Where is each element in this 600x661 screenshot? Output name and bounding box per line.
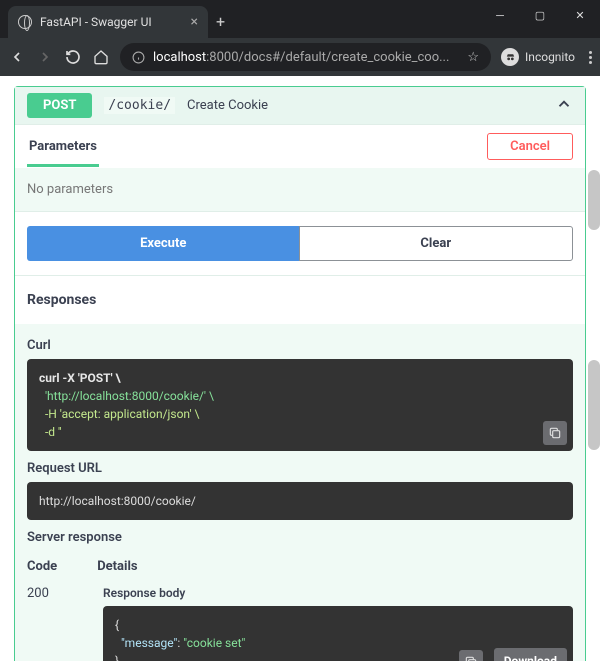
copy-icon[interactable]: [543, 421, 567, 445]
page-content: POST /cookie/ Create Cookie Parameters C…: [0, 76, 600, 661]
copy-icon[interactable]: [459, 650, 483, 661]
window-maximize-icon[interactable]: ▢: [520, 0, 560, 30]
request-url-block: http://localhost:8000/cookie/: [27, 482, 573, 520]
parameters-section-header: Parameters Cancel: [15, 124, 585, 168]
chevron-up-icon: [555, 95, 573, 117]
parameters-body: No parameters: [15, 168, 585, 211]
url-text: localhost:8000/docs#/default/create_cook…: [153, 50, 449, 65]
info-icon: [132, 51, 145, 64]
response-table-header: Code Details: [27, 559, 573, 574]
status-code: 200: [27, 586, 63, 661]
operation-header[interactable]: POST /cookie/ Create Cookie: [15, 87, 585, 124]
window-minimize-icon[interactable]: ─: [480, 0, 520, 30]
menu-icon[interactable]: [589, 51, 592, 64]
endpoint-summary: Create Cookie: [187, 98, 268, 113]
browser-titlebar: FastAPI - Swagger UI × + ─ ▢ ✕: [0, 0, 600, 38]
server-response-label: Server response: [27, 530, 573, 545]
star-icon[interactable]: ☆: [467, 50, 479, 65]
cancel-button[interactable]: Cancel: [487, 133, 573, 160]
download-button[interactable]: Download: [494, 648, 567, 661]
http-method-badge: POST: [27, 93, 92, 118]
scrollbar[interactable]: [588, 360, 600, 450]
response-body-block: { "message": "cookie set" }Download: [103, 606, 573, 661]
window-controls: ─ ▢ ✕: [480, 0, 600, 30]
tab-close-icon[interactable]: ×: [191, 14, 198, 30]
action-buttons: Execute Clear: [15, 211, 585, 276]
curl-label: Curl: [27, 338, 573, 353]
endpoint-path: /cookie/: [104, 97, 175, 114]
request-url-label: Request URL: [27, 461, 573, 476]
home-icon[interactable]: [92, 49, 110, 65]
clear-button[interactable]: Clear: [299, 226, 574, 261]
responses-body: Curl curl -X 'POST' \ 'http://localhost:…: [15, 324, 585, 661]
scrollbar[interactable]: [588, 170, 600, 230]
incognito-icon: [501, 48, 519, 66]
reload-icon[interactable]: [64, 49, 82, 65]
address-bar: localhost:8000/docs#/default/create_cook…: [0, 38, 600, 76]
globe-icon: [18, 15, 32, 29]
tab-title: FastAPI - Swagger UI: [40, 15, 183, 29]
browser-tab[interactable]: FastAPI - Swagger UI ×: [8, 6, 208, 38]
forward-icon[interactable]: [36, 49, 54, 65]
window-close-icon[interactable]: ✕: [560, 0, 600, 30]
response-row: 200 Response body { "message": "cookie s…: [27, 586, 573, 661]
url-input[interactable]: localhost:8000/docs#/default/create_cook…: [120, 43, 491, 71]
response-details: Response body { "message": "cookie set" …: [103, 586, 573, 661]
incognito-indicator: Incognito: [501, 48, 575, 66]
response-body-label: Response body: [103, 586, 573, 600]
details-column-header: Details: [97, 559, 137, 574]
back-icon[interactable]: [8, 49, 26, 65]
responses-header: Responses: [15, 276, 585, 324]
parameters-tab[interactable]: Parameters: [27, 135, 99, 167]
new-tab-button[interactable]: +: [216, 12, 225, 31]
no-parameters-text: No parameters: [27, 182, 113, 197]
code-column-header: Code: [27, 559, 57, 574]
execute-button[interactable]: Execute: [27, 226, 300, 261]
curl-code-block: curl -X 'POST' \ 'http://localhost:8000/…: [27, 359, 573, 451]
operation-block: POST /cookie/ Create Cookie Parameters C…: [14, 86, 586, 661]
